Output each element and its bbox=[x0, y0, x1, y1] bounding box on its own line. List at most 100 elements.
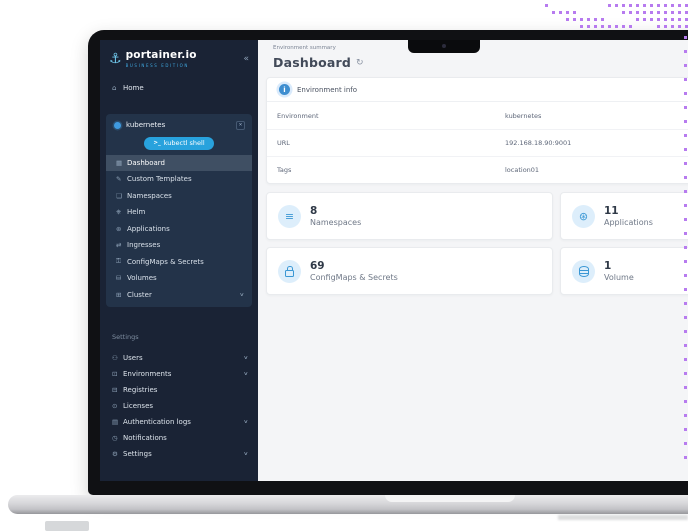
sidebar-item-label: Custom Templates bbox=[127, 175, 192, 183]
environment-close-button[interactable]: ✕ bbox=[236, 121, 245, 130]
sidebar-item-label: Applications bbox=[127, 225, 170, 233]
environment-block: kubernetes ✕ >_ kubectl shell ▦ Dashboar… bbox=[106, 114, 252, 308]
info-icon: i bbox=[279, 84, 290, 95]
environment-header[interactable]: kubernetes ✕ bbox=[106, 114, 252, 134]
authentication-logs-icon: ▤ bbox=[112, 418, 123, 426]
laptop-base-groove bbox=[385, 495, 515, 502]
chevron-down-icon: ∨ bbox=[244, 371, 249, 377]
helm-icon: ⎈ bbox=[116, 208, 127, 217]
sidebar-item-notifications[interactable]: ◷ Notifications bbox=[100, 430, 258, 446]
kubectl-shell-label: kubectl shell bbox=[164, 139, 205, 147]
volumes-icon: ⛁ bbox=[116, 274, 127, 282]
info-row-environment: Environment kubernetes bbox=[267, 102, 688, 129]
environments-icon: ⊡ bbox=[112, 370, 123, 378]
environment-info-panel: i Environment info Environment kubernete… bbox=[266, 77, 688, 184]
cluster-icon: ⊞ bbox=[116, 291, 127, 299]
sidebar-item-home[interactable]: ⌂ Home bbox=[100, 80, 258, 96]
sidebar-item-label: Registries bbox=[123, 386, 157, 394]
sidebar-item-label: Settings bbox=[123, 450, 152, 458]
licenses-icon: ⊙ bbox=[112, 402, 123, 410]
laptop-screen-bezel: ⚓ portainer.io BUSINESS EDITION « ⌂ Home… bbox=[88, 30, 688, 495]
sidebar-collapse-icon[interactable]: « bbox=[243, 54, 249, 64]
sidebar-item-label: Users bbox=[123, 354, 143, 362]
settings-section-label: Settings bbox=[112, 333, 258, 341]
logo-title: portainer.io bbox=[126, 50, 197, 62]
sidebar-item-label: Cluster bbox=[127, 291, 152, 299]
sidebar-item-volumes[interactable]: ⛁ Volumes bbox=[106, 270, 252, 287]
stat-label: ConfigMaps & Secrets bbox=[310, 273, 398, 282]
applications-wheel-icon: ⊛ bbox=[572, 205, 595, 228]
stat-label: Namespaces bbox=[310, 218, 361, 227]
logo-row: ⚓ portainer.io BUSINESS EDITION « bbox=[100, 46, 258, 68]
sidebar-item-namespaces[interactable]: ❏ Namespaces bbox=[106, 188, 252, 205]
sidebar-item-label: Namespaces bbox=[127, 192, 172, 200]
kubectl-shell-button[interactable]: >_ kubectl shell bbox=[144, 137, 213, 150]
sidebar-item-configmaps-secrets[interactable]: ⚿ ConfigMaps & Secrets bbox=[106, 254, 252, 271]
chevron-down-icon: ∨ bbox=[244, 419, 249, 425]
stats-grid: ≡ 8 Namespaces ⊛ 11 Applications bbox=[266, 192, 688, 295]
info-value: location01 bbox=[505, 166, 539, 174]
info-row-tags: Tags location01 bbox=[267, 156, 688, 183]
dashboard-icon: ▦ bbox=[116, 159, 127, 167]
stat-card-applications[interactable]: ⊛ 11 Applications bbox=[560, 192, 688, 240]
info-label: URL bbox=[277, 139, 505, 147]
sidebar-item-authentication-logs[interactable]: ▤ Authentication logs ∨ bbox=[100, 414, 258, 430]
stat-label: Volume bbox=[604, 273, 634, 282]
sidebar-item-users[interactable]: ⚇ Users ∨ bbox=[100, 350, 258, 366]
settings-menu: ⚇ Users ∨ ⊡ Environments ∨ ⊟ Registries … bbox=[100, 350, 258, 462]
info-label: Tags bbox=[277, 166, 505, 174]
namespaces-icon: ❏ bbox=[116, 192, 127, 200]
registries-icon: ⊟ bbox=[112, 386, 123, 394]
chevron-down-icon: ∨ bbox=[244, 451, 249, 457]
sidebar-item-registries[interactable]: ⊟ Registries bbox=[100, 382, 258, 398]
sidebar-item-label: ConfigMaps & Secrets bbox=[127, 258, 204, 266]
breadcrumb: Environment summary bbox=[273, 45, 688, 51]
sidebar-item-dashboard[interactable]: ▦ Dashboard bbox=[106, 155, 252, 172]
sidebar-item-label: Authentication logs bbox=[123, 418, 191, 426]
stat-card-configmaps-secrets[interactable]: 69 ConfigMaps & Secrets bbox=[266, 247, 553, 295]
info-value: 192.168.18.90:9001 bbox=[505, 139, 571, 147]
main-content: Environment summary Dashboard ↻ i Enviro… bbox=[258, 40, 688, 481]
sidebar-item-label: Volumes bbox=[127, 274, 157, 282]
terminal-icon: >_ bbox=[153, 140, 160, 146]
sidebar-item-settings[interactable]: ⚙ Settings ∨ bbox=[100, 446, 258, 462]
sidebar-item-helm[interactable]: ⎈ Helm bbox=[106, 204, 252, 221]
screen-content: ⚓ portainer.io BUSINESS EDITION « ⌂ Home… bbox=[100, 40, 688, 481]
lock-icon bbox=[278, 260, 301, 283]
sidebar-item-label: Home bbox=[123, 84, 144, 92]
sidebar-item-cluster[interactable]: ⊞ Cluster ∨ bbox=[106, 287, 252, 304]
applications-icon: ⊛ bbox=[116, 225, 127, 233]
laptop-camera bbox=[442, 44, 446, 48]
sidebar-item-ingresses[interactable]: ⇄ Ingresses bbox=[106, 237, 252, 254]
refresh-icon[interactable]: ↻ bbox=[356, 58, 364, 68]
chevron-down-icon: ∨ bbox=[240, 292, 245, 298]
environment-status-icon bbox=[114, 122, 121, 129]
sidebar-item-custom-templates[interactable]: ✎ Custom Templates bbox=[106, 171, 252, 188]
home-icon: ⌂ bbox=[112, 84, 123, 92]
sidebar-item-applications[interactable]: ⊛ Applications bbox=[106, 221, 252, 238]
watermark-smudge bbox=[558, 515, 688, 520]
notifications-icon: ◷ bbox=[112, 434, 123, 442]
environment-menu: ▦ Dashboard ✎ Custom Templates ❏ Namespa… bbox=[106, 155, 252, 304]
sidebar-item-environments[interactable]: ⊡ Environments ∨ bbox=[100, 366, 258, 382]
ingresses-icon: ⇄ bbox=[116, 241, 127, 249]
info-panel-title: Environment info bbox=[297, 86, 357, 94]
sidebar-item-label: Licenses bbox=[123, 402, 153, 410]
info-value: kubernetes bbox=[505, 112, 541, 120]
gear-icon: ⚙ bbox=[112, 450, 123, 458]
stat-value: 11 bbox=[604, 205, 653, 218]
stat-label: Applications bbox=[604, 218, 653, 227]
laptop-base bbox=[8, 495, 688, 514]
environment-name: kubernetes bbox=[126, 121, 165, 129]
stat-value: 8 bbox=[310, 205, 361, 218]
sidebar-item-label: Environments bbox=[123, 370, 171, 378]
stat-card-namespaces[interactable]: ≡ 8 Namespaces bbox=[266, 192, 553, 240]
info-row-url: URL 192.168.18.90:9001 bbox=[267, 129, 688, 156]
sidebar-item-licenses[interactable]: ⊙ Licenses bbox=[100, 398, 258, 414]
sidebar-item-label: Helm bbox=[127, 208, 145, 216]
stat-value: 69 bbox=[310, 260, 398, 273]
chevron-down-icon: ∨ bbox=[244, 355, 249, 361]
sidebar-item-label: Ingresses bbox=[127, 241, 160, 249]
stat-value: 1 bbox=[604, 260, 634, 273]
stat-card-volume[interactable]: 1 Volume bbox=[560, 247, 688, 295]
